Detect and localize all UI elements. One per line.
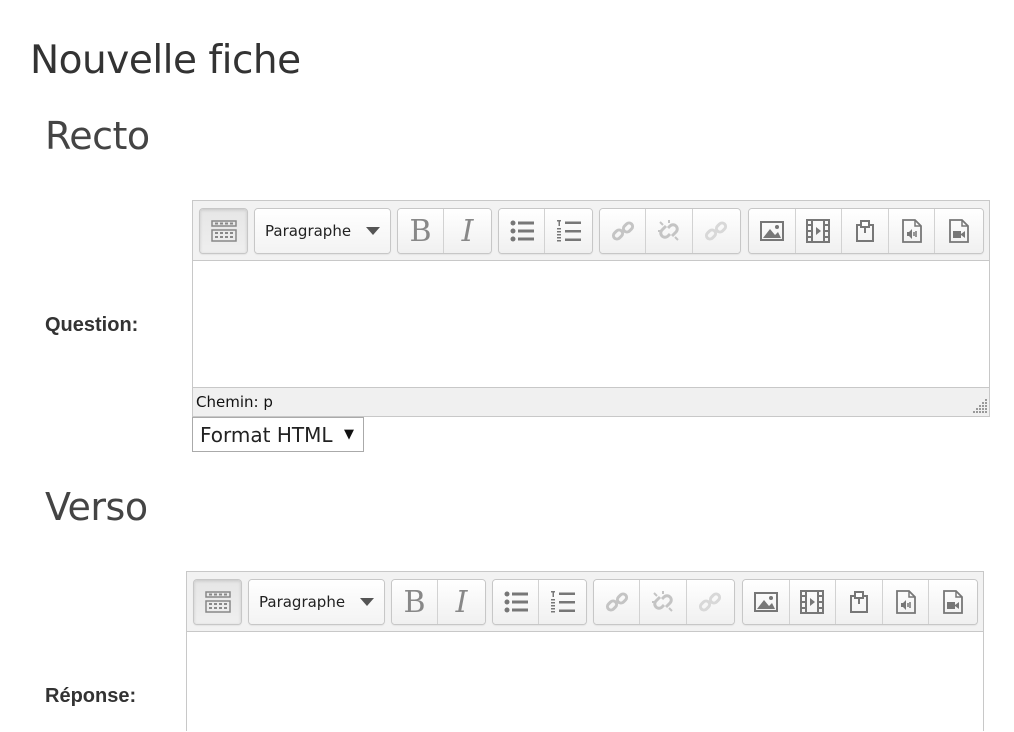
anchor-button[interactable] <box>686 580 734 624</box>
toolbar-toggle-button[interactable] <box>200 209 247 253</box>
image-icon <box>759 221 784 241</box>
unlink-icon <box>658 220 679 241</box>
unlink-button[interactable] <box>646 209 693 253</box>
anchor-icon <box>699 592 722 612</box>
bold-button[interactable]: B <box>398 209 445 253</box>
toolbar-toggle-button[interactable] <box>194 580 241 624</box>
anchor-button[interactable] <box>692 209 740 253</box>
media-button[interactable] <box>789 580 837 624</box>
media-group <box>742 579 978 625</box>
block-format-group: Paragraphe <box>248 579 385 625</box>
chevron-down-icon <box>360 598 374 606</box>
text-format-select[interactable]: Format HTML ▼ <box>192 417 364 452</box>
media-icon <box>800 590 825 614</box>
image-button[interactable] <box>749 209 796 253</box>
text-style-group: B I <box>391 579 486 625</box>
reponse-label: Réponse: <box>45 685 137 707</box>
link-button[interactable] <box>600 209 647 253</box>
video-record-button[interactable] <box>929 580 977 624</box>
bold-icon: B <box>409 213 432 249</box>
audio-record-button[interactable] <box>882 580 930 624</box>
audio-record-icon <box>895 590 916 614</box>
recto-section-title: Recto <box>45 114 150 158</box>
block-format-value: Paragraphe <box>265 222 352 240</box>
bullet-list-icon <box>510 220 534 242</box>
numbered-list-icon <box>556 220 581 242</box>
bold-icon: B <box>403 584 426 620</box>
question-editor: Paragraphe B I Chemin: p <box>192 200 990 417</box>
link-icon <box>605 592 628 612</box>
text-style-group: B I <box>397 208 492 254</box>
chevron-down-icon <box>366 227 380 235</box>
unlink-icon <box>652 591 673 612</box>
image-icon <box>753 592 778 612</box>
italic-button[interactable]: I <box>438 580 485 624</box>
bullet-list-button[interactable] <box>493 580 540 624</box>
link-icon <box>611 221 634 241</box>
unlink-button[interactable] <box>640 580 687 624</box>
paste-button[interactable] <box>836 580 883 624</box>
verso-section-title: Verso <box>45 485 148 529</box>
toolbar-toggle-group <box>193 579 242 625</box>
dropdown-arrow-icon: ▼ <box>344 427 354 442</box>
reponse-editor: Paragraphe B I <box>186 571 984 732</box>
bullet-list-button[interactable] <box>499 209 546 253</box>
numbered-list-button[interactable] <box>545 209 592 253</box>
block-format-value: Paragraphe <box>259 593 346 611</box>
toolbar-toggle-icon <box>210 220 237 242</box>
video-record-button[interactable] <box>935 209 983 253</box>
editor-toolbar: Paragraphe B I <box>187 572 983 632</box>
text-format-value: Format HTML <box>200 422 333 447</box>
toolbar-toggle-group <box>199 208 248 254</box>
media-group <box>748 208 984 254</box>
video-record-icon <box>943 590 964 614</box>
block-format-group: Paragraphe <box>254 208 391 254</box>
media-icon <box>806 219 831 243</box>
block-format-select[interactable]: Paragraphe <box>255 209 390 253</box>
block-format-select[interactable]: Paragraphe <box>249 580 384 624</box>
numbered-list-button[interactable] <box>539 580 586 624</box>
audio-record-button[interactable] <box>888 209 936 253</box>
link-group <box>599 208 741 254</box>
list-group <box>492 579 587 625</box>
anchor-icon <box>705 221 728 241</box>
question-content-area[interactable] <box>193 261 989 386</box>
list-group <box>498 208 593 254</box>
question-label: Question: <box>45 314 139 336</box>
paste-button[interactable] <box>842 209 889 253</box>
link-group <box>593 579 735 625</box>
video-record-icon <box>949 219 970 243</box>
image-button[interactable] <box>743 580 790 624</box>
italic-icon: I <box>455 584 468 620</box>
bold-button[interactable]: B <box>392 580 439 624</box>
italic-button[interactable]: I <box>444 209 491 253</box>
editor-toolbar: Paragraphe B I <box>193 201 989 261</box>
link-button[interactable] <box>594 580 641 624</box>
element-path: Chemin: p <box>196 393 273 411</box>
paste-icon <box>850 591 869 613</box>
media-button[interactable] <box>795 209 843 253</box>
toolbar-toggle-icon <box>204 591 231 613</box>
editor-statusbar: Chemin: p <box>193 387 989 416</box>
paste-icon <box>856 220 875 242</box>
italic-icon: I <box>461 213 474 249</box>
numbered-list-icon <box>550 591 575 613</box>
reponse-content-area[interactable] <box>187 632 983 732</box>
bullet-list-icon <box>504 591 528 613</box>
audio-record-icon <box>901 219 922 243</box>
page-title: Nouvelle fiche <box>30 38 301 83</box>
resize-handle-icon[interactable] <box>968 397 988 415</box>
